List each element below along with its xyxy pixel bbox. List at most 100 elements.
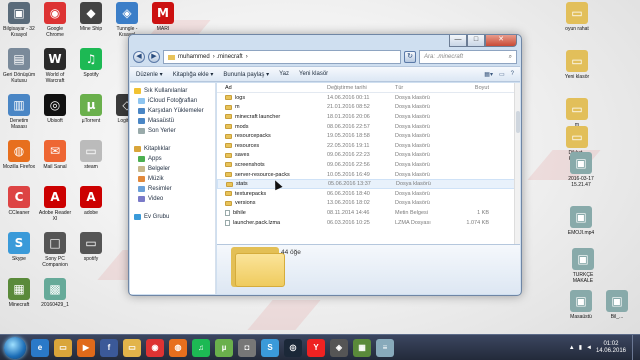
desktop-icon-13[interactable]: ✉ Mail Sanal — [38, 140, 72, 190]
desktop-icon-21[interactable]: ▦ Minecraft — [2, 278, 36, 328]
file-row[interactable]: launcher.pack.lzma 06.03.2016 10:25 LZMA D… — [217, 218, 520, 228]
nav-favorites[interactable]: Sık Kullanılanlar — [130, 86, 215, 96]
file-row[interactable]: stats 05.06.2016 13:37 Dosya klasörü — [217, 179, 520, 189]
desktop-icon-right-8[interactable]: ▣ Bil_... — [600, 290, 634, 340]
taskbar-explorer2-icon[interactable]: ▭ — [123, 338, 141, 357]
file-row[interactable]: resources 22.05.2016 19:11 Dosya klasörü — [217, 141, 520, 151]
new-folder-button[interactable]: Yeni klasör — [299, 71, 328, 77]
preview-pane-icon[interactable]: ▭ — [499, 71, 505, 78]
column-size[interactable]: Boyut — [455, 85, 489, 91]
close-button[interactable]: ✕ — [485, 35, 517, 47]
taskbar-teamspeak-icon[interactable]: ◈ — [330, 338, 348, 357]
desktop-icon-7[interactable]: ♫ Spotify — [74, 48, 108, 98]
star-icon — [134, 88, 141, 94]
desktop-icon-16[interactable]: A Adobe Reader XI — [38, 186, 72, 236]
desktop-icon-2[interactable]: ◆ Mine Ship — [74, 2, 108, 52]
file-row[interactable]: resourcepacks 19.05.2016 18:58 Dosya klasö… — [217, 131, 520, 141]
network-icon[interactable]: ▮ — [579, 344, 582, 351]
forward-button[interactable]: ▶ — [148, 51, 160, 63]
show-desktop-button[interactable] — [632, 335, 640, 360]
file-row[interactable]: bihile 08.11.2014 14:46 Metin Belgesi 1 KB — [217, 208, 520, 218]
taskbar-skype-icon[interactable]: S — [261, 338, 279, 357]
desktop-icon-20[interactable]: ▭ spotify — [74, 232, 108, 282]
maximize-button[interactable]: □ — [467, 35, 485, 47]
column-name[interactable]: Ad — [217, 85, 327, 91]
column-type[interactable]: Tür — [395, 85, 455, 91]
taskbar-firefox-icon[interactable]: ◍ — [169, 338, 187, 357]
organize-menu[interactable]: Düzenle ▾ — [136, 71, 163, 78]
scroll-thumb[interactable] — [516, 111, 520, 133]
desktop-icon-right-4[interactable]: ▣ 2016-03-17 15.21.47 — [564, 152, 598, 202]
taskbar-steam-icon[interactable]: ◎ — [284, 338, 302, 357]
file-row[interactable]: minecraft launcher 18.01.2016 20:06 Dosya … — [217, 112, 520, 122]
nav-homegroup[interactable]: Ev Grubu — [130, 212, 215, 222]
taskbar-ie-icon[interactable]: e — [31, 338, 49, 357]
desktop-icon-22[interactable]: ▩ 20160429_1 — [38, 278, 72, 328]
desktop-icon-9[interactable]: ◎ Ubisoft — [38, 94, 72, 144]
burn-button[interactable]: Yaz — [279, 71, 289, 77]
add-to-library-menu[interactable]: Kitaplığa ekle ▾ — [173, 71, 214, 78]
view-options-icon[interactable]: ▦▾ — [484, 71, 493, 78]
breadcrumb-user[interactable]: muhammed — [178, 54, 210, 60]
taskbar-camera-icon[interactable]: ◘ — [238, 338, 256, 357]
desktop-icon-right-7[interactable]: ▣ Masaüstü — [564, 290, 598, 340]
nav-item-icloud[interactable]: iCloud Fotoğrafları — [130, 96, 215, 106]
file-row[interactable]: texturepacks 06.06.2016 18:40 Dosya klasör… — [217, 189, 520, 199]
file-name: resources — [217, 143, 327, 149]
file-row[interactable]: logs 14.06.2016 00:11 Dosya klasörü — [217, 93, 520, 103]
desktop-icon-18[interactable]: S Skype — [2, 232, 36, 282]
taskbar-media-icon[interactable]: ▶ — [77, 338, 95, 357]
address-bar[interactable]: muhammed › .minecraft › — [163, 50, 401, 64]
column-date[interactable]: Değiştirme tarihi — [327, 85, 395, 91]
file-row[interactable]: m 21.01.2016 08:52 Dosya klasörü — [217, 103, 520, 113]
nav-item-documents[interactable]: Belgeler — [130, 164, 215, 174]
taskbar-minecraft-icon[interactable]: ▦ — [353, 338, 371, 357]
nav-item-pictures[interactable]: Resimler — [130, 184, 215, 194]
refresh-button[interactable]: ↻ — [404, 51, 416, 63]
breadcrumb-minecraft[interactable]: › .minecraft — [213, 54, 243, 60]
desktop-icon-19[interactable]: □ Sony PC Companion — [38, 232, 72, 282]
desktop-icon-8[interactable]: ▥ Denetim Masası — [2, 94, 36, 144]
share-with-menu[interactable]: Bununla paylaş ▾ — [223, 71, 269, 78]
taskbar-explorer-icon[interactable]: ▭ — [54, 338, 72, 357]
help-icon[interactable]: ? — [511, 71, 514, 78]
taskbar-chrome-icon[interactable]: ◉ — [146, 338, 164, 357]
nav-item-music[interactable]: Müzik — [130, 174, 215, 184]
taskbar-yandex-icon[interactable]: Y — [307, 338, 325, 357]
nav-item-apps[interactable]: Apps — [130, 154, 215, 164]
start-button[interactable] — [4, 336, 26, 359]
file-row[interactable]: screenshots 09.06.2016 22:56 Dosya klasörü — [217, 160, 520, 170]
minimize-button[interactable]: — — [449, 35, 467, 47]
desktop-icon-0[interactable]: ▣ Bilgisayar - 32 Kısayol — [2, 2, 36, 52]
nav-item-video[interactable]: Video — [130, 194, 215, 204]
nav-item-recent[interactable]: Son Yerler — [130, 126, 215, 136]
tray-arrow-icon[interactable]: ▲ — [569, 345, 575, 351]
taskbar-utorrent-icon[interactable]: µ — [215, 338, 233, 357]
nav-libraries[interactable]: Kitaplıklar — [130, 144, 215, 154]
file-row[interactable]: saves 09.06.2016 22:23 Dosya klasörü — [217, 151, 520, 161]
title-bar[interactable]: — □ ✕ — [129, 35, 521, 47]
desktop-icon-14[interactable]: ▭ steam — [74, 140, 108, 190]
breadcrumb-chevron[interactable]: › — [246, 54, 248, 60]
desktop-icon-1[interactable]: ◉ Google Chrome — [38, 2, 72, 52]
file-row[interactable]: server-resource-packs 10.05.2016 16:49 Dos… — [217, 170, 520, 180]
desktop-icon-5[interactable]: ▤ Geri Dönüşüm Kutusu — [2, 48, 36, 98]
nav-item-desktop[interactable]: Masaüstü — [130, 116, 215, 126]
desktop-icon-right-1[interactable]: ▭ Yeni klasör — [560, 50, 594, 100]
nav-item-downloads[interactable]: Karşıdan Yüklemeler — [130, 106, 215, 116]
back-button[interactable]: ◀ — [133, 51, 145, 63]
taskbar-notepad-icon[interactable]: ≡ — [376, 338, 394, 357]
taskbar-spotify-icon[interactable]: ♫ — [192, 338, 210, 357]
desktop-icon-6[interactable]: W World of Warcraft — [38, 48, 72, 98]
desktop-icon-17[interactable]: Aadobe — [74, 186, 108, 236]
desktop-icon-right-0[interactable]: ▭ oyun rahat — [560, 2, 594, 52]
desktop-icon-10[interactable]: µ µTorrent — [74, 94, 108, 144]
file-row[interactable]: versions 13.06.2016 18:02 Dosya klasörü — [217, 199, 520, 209]
clock[interactable]: 01:02 14.06.2016 — [596, 341, 626, 355]
search-input[interactable]: Ara: .minecraft ⌕ — [419, 50, 517, 64]
file-row[interactable]: mods 08.06.2016 22:57 Dosya klasörü — [217, 122, 520, 132]
desktop-icon-15[interactable]: C CCleaner — [2, 186, 36, 236]
volume-icon[interactable]: ◄ — [586, 345, 592, 351]
desktop-icon-12[interactable]: ◍ Mozilla Firefox — [2, 140, 36, 190]
taskbar-facebook-icon[interactable]: f — [100, 338, 118, 357]
